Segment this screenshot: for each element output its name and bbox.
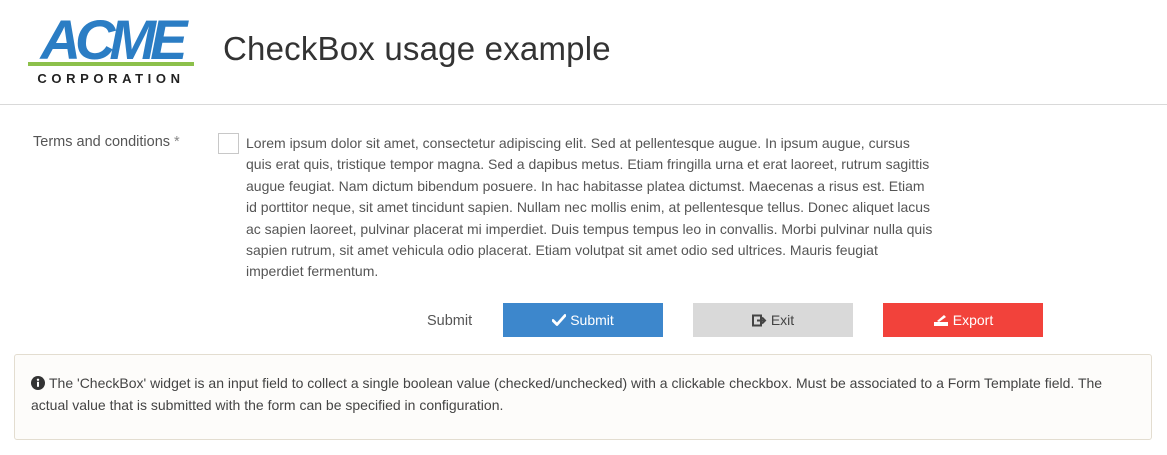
export-icon	[933, 314, 948, 326]
required-marker: *	[174, 134, 180, 150]
exit-button[interactable]: Exit	[693, 303, 853, 337]
terms-checkbox[interactable]	[218, 133, 239, 154]
submit-row-label: Submit	[427, 313, 473, 329]
export-button-label: Export	[952, 312, 994, 328]
acme-logo: ACME CORPORATION	[28, 12, 194, 86]
info-text: The 'CheckBox' widget is an input field …	[31, 372, 1126, 416]
info-box: The 'CheckBox' widget is an input field …	[14, 354, 1152, 440]
svg-text:CORPORATION: CORPORATION	[37, 71, 184, 86]
submit-button-label: Submit	[570, 312, 614, 328]
terms-text: Lorem ipsum dolor sit amet, consectetur …	[246, 135, 933, 280]
info-prefix: The '	[49, 375, 80, 391]
info-description: ' widget is an input field to collect a …	[31, 375, 1103, 413]
check-icon	[552, 314, 567, 326]
info-circle-icon	[31, 376, 45, 390]
exit-button-label: Exit	[770, 312, 795, 328]
submit-button[interactable]: Submit	[503, 303, 663, 337]
terms-label-text: Terms and conditions	[33, 134, 171, 150]
terms-field-label: Terms and conditions *	[33, 134, 180, 150]
export-button[interactable]: Export	[883, 303, 1043, 337]
page-title: CheckBox usage example	[223, 30, 611, 67]
page-header: ACME CORPORATION CheckBox usage example	[0, 0, 1167, 105]
info-widget-name: CheckBox	[79, 375, 144, 391]
sign-out-icon	[751, 314, 767, 326]
